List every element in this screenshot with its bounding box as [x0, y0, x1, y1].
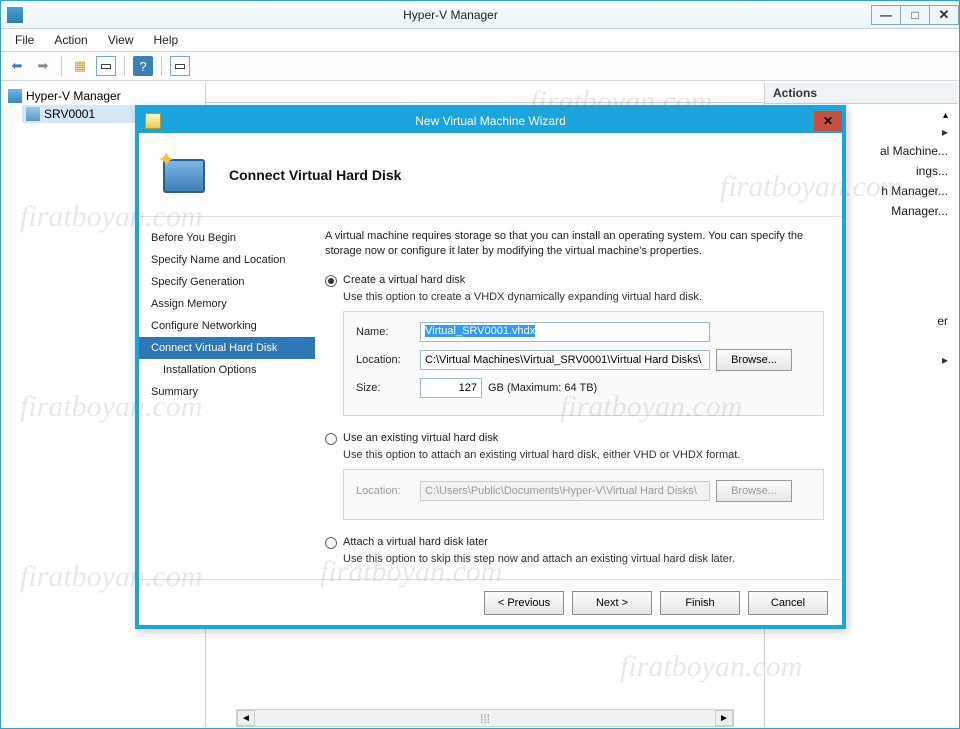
app-icon [7, 7, 23, 23]
cancel-button[interactable]: Cancel [748, 591, 828, 615]
wizard-header: ✦ Connect Virtual Hard Disk [139, 133, 842, 217]
wizard-header-icon: ✦ [157, 147, 213, 203]
wizard-icon [145, 113, 161, 129]
existing-location-label: Location: [356, 485, 414, 497]
scroll-left-icon[interactable]: ◄ [237, 710, 255, 726]
back-icon[interactable]: ⬅ [7, 56, 27, 76]
existing-vhd-form: Location: Browse... [343, 469, 824, 520]
size-label: Size: [356, 382, 414, 394]
actions-header: Actions [765, 83, 958, 104]
nav-summary[interactable]: Summary [139, 381, 315, 403]
menu-action[interactable]: Action [44, 31, 97, 49]
option-attach-later[interactable]: Attach a virtual hard disk later [325, 536, 824, 549]
option-create-desc: Use this option to create a VHDX dynamic… [343, 291, 824, 303]
toolbar-separator [124, 56, 125, 76]
next-button[interactable]: Next > [572, 591, 652, 615]
option-later-desc: Use this option to skip this step now an… [343, 553, 824, 565]
finish-button[interactable]: Finish [660, 591, 740, 615]
radio-existing[interactable] [325, 433, 337, 445]
existing-location-input [420, 481, 710, 501]
nav-specify-generation[interactable]: Specify Generation [139, 271, 315, 293]
location-label: Location: [356, 354, 414, 366]
previous-button[interactable]: < Previous [484, 591, 564, 615]
menubar: File Action View Help [1, 29, 959, 51]
help-icon[interactable]: ? [133, 56, 153, 76]
wizard-footer: < Previous Next > Finish Cancel [139, 579, 842, 625]
radio-later[interactable] [325, 537, 337, 549]
nav-connect-vhd[interactable]: Connect Virtual Hard Disk [139, 337, 315, 359]
wizard-main: A virtual machine requires storage so th… [315, 217, 842, 579]
center-header [206, 83, 764, 103]
wizard-titlebar: New Virtual Machine Wizard ✕ [139, 109, 842, 133]
server-icon [26, 107, 40, 121]
option-create-vhd[interactable]: Create a virtual hard disk [325, 274, 824, 287]
browse-button-disabled: Browse... [716, 480, 792, 502]
browse-button[interactable]: Browse... [716, 349, 792, 371]
maximize-button[interactable]: □ [900, 5, 930, 25]
wizard-intro: A virtual machine requires storage so th… [325, 229, 824, 260]
location-input[interactable] [420, 350, 710, 370]
menu-file[interactable]: File [5, 31, 44, 49]
wizard-close-button[interactable]: ✕ [814, 111, 842, 131]
nav-before-you-begin[interactable]: Before You Begin [139, 227, 315, 249]
wizard-title: New Virtual Machine Wizard [167, 114, 814, 128]
server-icon [8, 89, 22, 103]
create-vhd-form: Name: Virtual_SRV0001.vhdx Location: Bro… [343, 311, 824, 416]
size-suffix: GB (Maximum: 64 TB) [488, 382, 597, 394]
name-label: Name: [356, 326, 414, 338]
window-buttons: — □ ✕ [872, 5, 959, 25]
nav-specify-name[interactable]: Specify Name and Location [139, 249, 315, 271]
tree-child-label: SRV0001 [44, 107, 95, 121]
option-existing-label: Use an existing virtual hard disk [343, 432, 498, 444]
toolbar-separator [61, 56, 62, 76]
nav-assign-memory[interactable]: Assign Memory [139, 293, 315, 315]
toolbar-separator [161, 56, 162, 76]
scroll-thumb[interactable]: ⁞⁞⁞ [255, 712, 715, 724]
menu-view[interactable]: View [98, 31, 144, 49]
horizontal-scrollbar[interactable]: ◄ ⁞⁞⁞ ► [236, 709, 734, 727]
option-create-label: Create a virtual hard disk [343, 274, 465, 286]
wizard-nav: Before You Begin Specify Name and Locati… [139, 217, 315, 579]
size-input[interactable] [420, 378, 482, 398]
tree-root[interactable]: Hyper-V Manager [4, 87, 203, 105]
window-title: Hyper-V Manager [29, 8, 872, 22]
wizard-heading: Connect Virtual Hard Disk [229, 167, 401, 183]
nav-installation-options[interactable]: Installation Options [139, 359, 315, 381]
scroll-right-icon[interactable]: ► [715, 710, 733, 726]
toolbar-icon-1[interactable]: ▦ [70, 56, 90, 76]
radio-create[interactable] [325, 275, 337, 287]
wizard-dialog: New Virtual Machine Wizard ✕ ✦ Connect V… [135, 105, 846, 629]
titlebar: Hyper-V Manager — □ ✕ [1, 1, 959, 29]
tree-root-label: Hyper-V Manager [26, 89, 121, 103]
forward-icon[interactable]: ➡ [33, 56, 53, 76]
close-button[interactable]: ✕ [929, 5, 959, 25]
option-later-label: Attach a virtual hard disk later [343, 536, 488, 548]
toolbar: ⬅ ➡ ▦ ▭ ? ▭ [1, 51, 959, 81]
option-existing-vhd[interactable]: Use an existing virtual hard disk [325, 432, 824, 445]
nav-configure-networking[interactable]: Configure Networking [139, 315, 315, 337]
minimize-button[interactable]: — [871, 5, 901, 25]
menu-help[interactable]: Help [144, 31, 189, 49]
name-input[interactable]: Virtual_SRV0001.vhdx [420, 322, 710, 342]
toolbar-icon-2[interactable]: ▭ [96, 56, 116, 76]
toolbar-icon-3[interactable]: ▭ [170, 56, 190, 76]
option-existing-desc: Use this option to attach an existing vi… [343, 449, 824, 461]
wizard-body: Before You Begin Specify Name and Locati… [139, 217, 842, 579]
